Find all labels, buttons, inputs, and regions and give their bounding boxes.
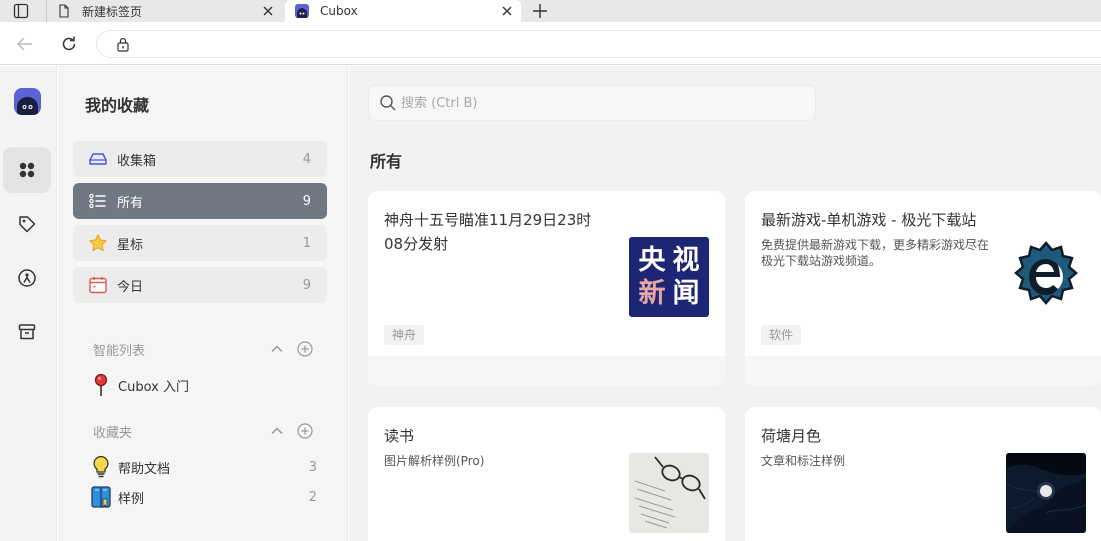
tab-title: 新建标签页 xyxy=(82,4,143,19)
card-description: 免费提供最新游戏下载，更多精彩游戏尽在 极光下载站游戏频道。 xyxy=(761,238,990,268)
close-tab-icon[interactable] xyxy=(497,1,517,21)
sidebar-item-inbox[interactable]: 收集箱 4 xyxy=(73,141,327,177)
sidebar-item-label: 收集箱 xyxy=(117,153,157,169)
smart-list-item[interactable]: Cubox 入门 xyxy=(91,372,317,398)
card-footer xyxy=(368,356,725,386)
folder-count: 2 xyxy=(308,489,317,505)
cubox-favicon-icon xyxy=(295,4,309,18)
browser-tab-bar: 新建标签页 Cubox xyxy=(0,0,1101,22)
folder-label: 样例 xyxy=(118,491,145,507)
card-tag[interactable]: 软件 xyxy=(761,325,802,345)
star-icon xyxy=(88,233,108,253)
card-title[interactable]: 最新游戏-单机游戏 - 极光下载站 xyxy=(761,208,976,232)
sidebar-item-all[interactable]: 所有 9 xyxy=(73,183,327,219)
folders-header: 收藏夹 xyxy=(93,421,313,441)
browser-nav-bar xyxy=(0,22,1101,65)
rail-tags-button[interactable] xyxy=(3,201,51,247)
card-description: 文章和标注样例 xyxy=(761,454,846,468)
rail-profile-button[interactable] xyxy=(3,255,51,301)
smart-lists-header: 智能列表 xyxy=(93,339,313,359)
sidebar-item-starred[interactable]: 星标 1 xyxy=(73,225,327,261)
new-tab-icon[interactable] xyxy=(530,1,550,21)
card-title[interactable]: 荷塘月色 xyxy=(761,424,821,448)
book-icon xyxy=(91,485,111,509)
cubox-logo[interactable] xyxy=(14,88,41,115)
back-arrow-icon[interactable] xyxy=(15,34,35,54)
bookmark-card[interactable]: 最新游戏-单机游戏 - 极光下载站 免费提供最新游戏下载，更多精彩游戏尽在 极光… xyxy=(745,191,1101,386)
tab-actions-icon[interactable] xyxy=(13,3,29,19)
logo-char: 闻 xyxy=(672,278,700,309)
logo-char: 视 xyxy=(672,245,700,276)
chevron-up-icon[interactable] xyxy=(269,341,285,357)
bookmark-card[interactable]: 荷塘月色 文章和标注样例 xyxy=(745,407,1101,541)
page-icon xyxy=(59,4,69,18)
lock-icon[interactable] xyxy=(116,37,130,52)
sidebar-item-count: 4 xyxy=(302,151,311,167)
cctv-news-logo: 央 视 新 闻 xyxy=(629,237,709,317)
reload-icon[interactable] xyxy=(59,34,79,54)
section-title: 所有 xyxy=(370,152,403,171)
sidebar-item-label: 星标 xyxy=(117,237,144,253)
icon-rail xyxy=(0,66,57,541)
card-description: 图片解析样例(Pro) xyxy=(384,454,485,468)
folder-item-samples[interactable]: 样例 2 xyxy=(91,484,317,510)
card-title[interactable]: 读书 xyxy=(384,424,414,448)
archive-icon xyxy=(18,324,36,340)
card-title[interactable]: 神舟十五号瞄准11月29日23时 08分发射 xyxy=(384,208,591,256)
sidebar-item-today[interactable]: 今日 9 xyxy=(73,267,327,303)
rail-collections-button[interactable] xyxy=(3,147,51,193)
cheat-engine-logo xyxy=(1006,237,1086,317)
sidebar: 我的收藏 收集箱 4 所有 9 星标 1 今日 9 智能列表 Cubox 入门 … xyxy=(58,66,348,541)
lightbulb-icon xyxy=(91,455,111,479)
pin-icon xyxy=(91,373,111,397)
moon-night-photo xyxy=(1006,453,1086,533)
main-content: 所有 神舟十五号瞄准11月29日23时 08分发射 央 视 新 闻 神舟 最新游… xyxy=(349,66,1101,541)
smart-list-label: Cubox 入门 xyxy=(118,379,189,395)
browser-tab[interactable]: 新建标签页 xyxy=(46,0,282,22)
calendar-icon xyxy=(88,275,108,295)
folder-item-help-docs[interactable]: 帮助文档 3 xyxy=(91,454,317,480)
smart-lists-label: 智能列表 xyxy=(93,343,146,359)
rail-archive-button[interactable] xyxy=(3,309,51,355)
bookmark-card[interactable]: 神舟十五号瞄准11月29日23时 08分发射 央 视 新 闻 神舟 xyxy=(368,191,725,386)
tag-icon xyxy=(19,216,36,233)
folder-count: 3 xyxy=(308,459,317,475)
sidebar-item-count: 9 xyxy=(302,277,311,293)
add-circle-icon[interactable] xyxy=(297,341,313,357)
inbox-icon xyxy=(88,149,108,169)
sidebar-item-label: 今日 xyxy=(117,279,144,295)
folders-label: 收藏夹 xyxy=(93,425,133,441)
compass-icon xyxy=(18,269,36,287)
tab-title: Cubox xyxy=(320,4,358,18)
search-input[interactable] xyxy=(401,95,801,111)
sidebar-title: 我的收藏 xyxy=(85,96,150,115)
card-footer xyxy=(745,356,1101,386)
grid-dots-icon xyxy=(19,162,35,178)
list-icon xyxy=(88,191,108,211)
bookmark-card[interactable]: 读书 图片解析样例(Pro) xyxy=(368,407,725,541)
browser-tab-active[interactable]: Cubox xyxy=(285,0,521,22)
sidebar-item-count: 9 xyxy=(302,193,311,209)
glasses-photo xyxy=(629,453,709,533)
sidebar-item-label: 所有 xyxy=(117,195,144,211)
sidebar-item-count: 1 xyxy=(302,235,311,251)
address-bar[interactable] xyxy=(96,30,1101,58)
logo-char: 央 xyxy=(638,245,666,276)
close-tab-icon[interactable] xyxy=(258,1,278,21)
search-icon xyxy=(380,95,396,111)
search-box[interactable] xyxy=(368,85,816,121)
add-circle-icon[interactable] xyxy=(297,423,313,439)
chevron-up-icon[interactable] xyxy=(269,423,285,439)
folder-label: 帮助文档 xyxy=(118,461,171,477)
logo-char: 新 xyxy=(638,278,666,309)
card-tag[interactable]: 神舟 xyxy=(384,325,425,345)
